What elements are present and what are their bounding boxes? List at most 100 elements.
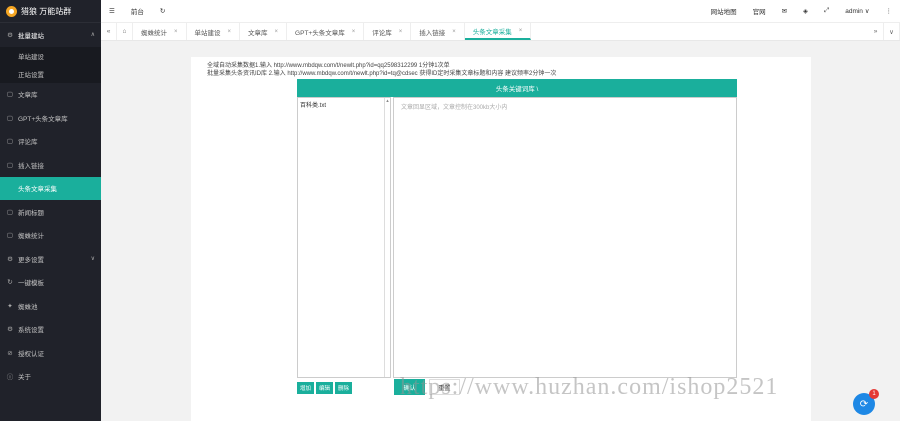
tab-label: GPT+头条文章库 [295, 29, 345, 37]
sidebar-item-article-lib[interactable]: ▢ 文章库 [0, 83, 101, 107]
add-button[interactable]: 增加 [297, 382, 315, 394]
user-menu[interactable]: admin ∨ [837, 7, 877, 15]
spider-icon: ✦ [7, 302, 13, 310]
floating-chat-button[interactable]: ⟳ 1 [853, 389, 879, 415]
shield-icon: ⊘ [7, 349, 13, 357]
document-icon: ▢ [6, 208, 14, 216]
topbar: ☰ 前台 ↻ 网站地图 官网 ✉ ◈ ⤢ admin ∨ ⋮ [101, 0, 900, 23]
sidebar-item-label: 插入链接 [18, 162, 44, 170]
brand-name: 猎狼 万能站群 [21, 6, 72, 16]
frontend-link[interactable]: 前台 [123, 6, 152, 16]
instructions: 全域自动采集数据1.输入 http://www.mbdqw.com/t/newl… [207, 62, 556, 78]
official-site-link[interactable]: 官网 [745, 6, 774, 16]
sidebar-item-system-settings[interactable]: ⚙ 系统设置 [0, 318, 101, 342]
close-icon[interactable]: × [228, 29, 232, 35]
close-icon[interactable]: × [275, 29, 279, 35]
sidebar-item-label: 蜘蛛统计 [18, 233, 44, 241]
tab-spider-stats[interactable]: 蜘蛛统计 × [133, 23, 187, 40]
sidebar-item-insert-link[interactable]: ▢ 插入链接 [0, 153, 101, 177]
sidebar: 猎狼 万能站群 ⚙ 批量建站 ∧ 单站建设 正站设置 ▢ 文章库 ▢ GPT+头… [0, 0, 101, 421]
menu-toggle-icon[interactable]: ☰ [101, 7, 123, 15]
sidebar-item-license[interactable]: ⊘ 授权认证 [0, 341, 101, 365]
tabs-end: » ∨ [868, 23, 900, 40]
tab-label: 单站建设 [194, 29, 221, 37]
tab-article-lib[interactable]: 文章库 × [240, 23, 288, 40]
sidebar-item-label: 系统设置 [18, 327, 44, 335]
gear-icon: ⚙ [7, 255, 13, 263]
chevron-down-icon: ∨ [90, 256, 95, 263]
sidebar-item-gpt-lib[interactable]: ▢ GPT+头条文章库 [0, 106, 101, 130]
document-icon: ▢ [6, 114, 14, 122]
tab-label: 头条文章采集 [472, 28, 512, 36]
gear-icon: ⚙ [7, 326, 13, 334]
document-icon: ▢ [6, 232, 14, 240]
content-area: 全域自动采集数据1.输入 http://www.mbdqw.com/t/newl… [101, 41, 900, 421]
tab-label: 蜘蛛统计 [141, 29, 167, 37]
topbar-right: 网站地图 官网 ✉ ◈ ⤢ admin ∨ ⋮ [703, 6, 900, 16]
sync-icon: ⟳ [859, 398, 869, 410]
sidebar-item-toutiao-collect[interactable]: 头条文章采集 [0, 176, 101, 200]
brand[interactable]: 猎狼 万能站群 [0, 0, 101, 23]
sidebar-item-label: 关于 [18, 374, 31, 382]
refresh-icon: ↻ [7, 279, 13, 287]
tab-bar: « ⌂ 蜘蛛统计 × 单站建设 × 文章库 × GPT+头条文章库 × 评论库 … [101, 23, 900, 41]
tab-insert-link[interactable]: 插入链接 × [411, 23, 465, 40]
document-icon: ▢ [6, 91, 14, 99]
notification-badge: 1 [869, 389, 879, 399]
sidebar-item-about[interactable]: ⓘ 关于 [0, 365, 101, 389]
tabs-prev-icon[interactable]: « [101, 23, 117, 40]
tab-comment-lib[interactable]: 评论库 × [364, 23, 412, 40]
tab-gpt-lib[interactable]: GPT+头条文章库 × [287, 23, 365, 40]
tabs-dropdown-icon[interactable]: ∨ [884, 23, 900, 40]
sidebar-item-more-settings[interactable]: ⚙ 更多设置 ∨ [0, 247, 101, 271]
sidebar-item-site-settings[interactable]: 正站设置 [0, 65, 101, 83]
sidebar-item-label: 文章库 [18, 92, 38, 100]
tab-label: 插入链接 [419, 29, 446, 37]
sidebar-item-comment-lib[interactable]: ▢ 评论库 [0, 130, 101, 154]
sidebar-item-label: 单站建设 [18, 53, 44, 61]
sidebar-item-label: 更多设置 [18, 256, 44, 264]
file-list[interactable]: 百科类.txt ▴ [297, 97, 391, 378]
sidebar-item-label: 正站设置 [18, 71, 44, 79]
tab-label: 文章库 [248, 29, 268, 37]
document-icon: ▢ [6, 161, 14, 169]
tab-toutiao-collect[interactable]: 头条文章采集 × [464, 23, 532, 40]
instruction-line-2: 批量采集头条资讯ID库 2.输入 http://www.mbdqw.com/t/… [207, 71, 557, 77]
edit-button[interactable]: 编辑 [316, 382, 334, 394]
sidebar-submenu: 单站建设 正站设置 [0, 46, 101, 83]
gear-icon: ⚙ [7, 31, 13, 39]
document-icon: ▢ [6, 138, 14, 146]
tab-single-site[interactable]: 单站建设 × [187, 23, 241, 40]
more-icon[interactable]: ⋮ [878, 7, 900, 15]
instruction-line-1: 全域自动采集数据1.输入 http://www.mbdqw.com/t/newl… [207, 63, 450, 69]
scrollbar[interactable]: ▴ [384, 98, 390, 377]
tabs-next-icon[interactable]: » [868, 23, 884, 40]
sidebar-item-label: 头条文章采集 [18, 186, 57, 194]
message-icon[interactable]: ✉ [774, 7, 795, 15]
info-icon: ⓘ [6, 374, 14, 382]
close-icon[interactable]: × [519, 28, 523, 34]
sidebar-item-label: 一键模板 [18, 280, 44, 288]
sidebar-item-spider-pool[interactable]: ✦ 蜘蛛池 [0, 294, 101, 318]
close-icon[interactable]: × [452, 29, 456, 35]
watermark: https://www.huzhan.com/ishop2521 [400, 374, 779, 400]
sidebar-item-one-click-template[interactable]: ↻ 一键模板 [0, 271, 101, 295]
collect-panel: 全域自动采集数据1.输入 http://www.mbdqw.com/t/newl… [191, 57, 811, 421]
sidebar-item-label: 评论库 [18, 139, 38, 147]
home-icon[interactable]: ⌂ [117, 23, 133, 40]
close-icon[interactable]: × [399, 29, 403, 35]
delete-button[interactable]: 删除 [335, 382, 353, 394]
fullscreen-icon[interactable]: ⤢ [816, 7, 837, 15]
list-item[interactable]: 百科类.txt [300, 100, 388, 109]
tag-icon[interactable]: ◈ [795, 7, 816, 15]
sidebar-item-news-title[interactable]: ▢ 新闻标题 [0, 200, 101, 224]
close-icon[interactable]: × [352, 29, 356, 35]
sidebar-item-spider-stats[interactable]: ▢ 蜘蛛统计 [0, 224, 101, 248]
sidebar-item-label: 授权认证 [18, 350, 44, 358]
sidebar-item-batch-site[interactable]: ⚙ 批量建站 ∧ [0, 23, 101, 47]
sidebar-item-single-site[interactable]: 单站建设 [0, 47, 101, 65]
refresh-icon[interactable]: ↻ [152, 7, 173, 15]
close-icon[interactable]: × [174, 29, 178, 35]
article-preview-area[interactable]: 文章回显区域，文章控制在300kb大小内 [393, 97, 737, 378]
site-map-link[interactable]: 网站地图 [703, 6, 745, 16]
